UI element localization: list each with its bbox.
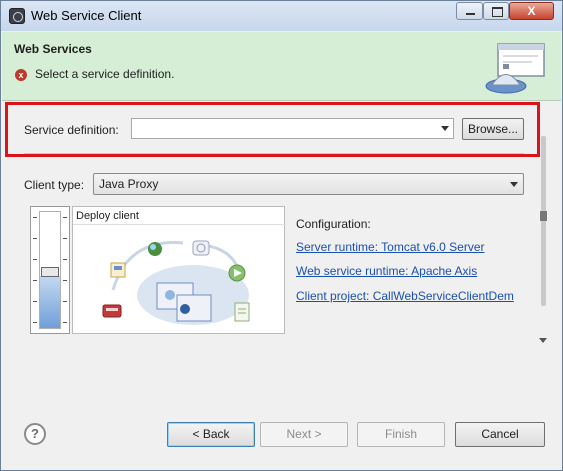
wizard-footer: ? < Back Next > Finish Cancel bbox=[2, 411, 561, 470]
slider-tick bbox=[63, 280, 67, 281]
configuration-label: Configuration: bbox=[296, 217, 371, 231]
wizard-graphic-icon bbox=[485, 43, 545, 94]
slider-tick bbox=[63, 259, 67, 260]
dialog-window: Web Service Client X Web Services x Sele… bbox=[0, 0, 563, 471]
minimize-button[interactable] bbox=[456, 2, 483, 20]
slider-tick bbox=[33, 301, 37, 302]
slider-tick bbox=[63, 301, 67, 302]
deploy-diagram-graphic bbox=[102, 240, 250, 325]
help-icon[interactable]: ? bbox=[24, 423, 46, 445]
client-type-combo[interactable]: Java Proxy bbox=[93, 173, 524, 195]
close-button[interactable]: X bbox=[509, 2, 554, 20]
slider-tick bbox=[63, 322, 67, 323]
slider-tick bbox=[33, 322, 37, 323]
client-project-link[interactable]: Client project: CallWebServiceClientDem bbox=[296, 289, 514, 303]
deploy-client-panel: Deploy client bbox=[72, 206, 286, 334]
slider-tick bbox=[63, 217, 67, 218]
client-type-label: Client type: bbox=[24, 178, 85, 192]
next-button[interactable]: Next > bbox=[260, 422, 348, 447]
wizard-content: Service definition: Browse... Client typ… bbox=[2, 101, 561, 411]
maximize-button[interactable] bbox=[483, 2, 509, 20]
vertical-scrollbar[interactable] bbox=[537, 126, 551, 346]
combo-arrow-icon[interactable] bbox=[510, 182, 518, 187]
slider-tick bbox=[33, 238, 37, 239]
server-runtime-link[interactable]: Server runtime: Tomcat v6.0 Server bbox=[296, 240, 485, 254]
app-icon bbox=[9, 8, 25, 24]
finish-button[interactable]: Finish bbox=[357, 422, 445, 447]
scroll-down-arrow-icon[interactable] bbox=[539, 338, 547, 343]
wizard-header: Web Services x Select a service definiti… bbox=[2, 32, 561, 101]
deploy-panel-title: Deploy client bbox=[76, 210, 139, 222]
slider-tick bbox=[33, 280, 37, 281]
client-level-slider[interactable] bbox=[30, 206, 70, 334]
back-button[interactable]: < Back bbox=[167, 422, 255, 447]
title-bar[interactable]: Web Service Client X bbox=[1, 1, 562, 31]
highlight-annotation bbox=[5, 102, 540, 157]
slider-tick bbox=[63, 238, 67, 239]
web-service-runtime-link[interactable]: Web service runtime: Apache Axis bbox=[296, 264, 477, 278]
slider-tick bbox=[33, 217, 37, 218]
scrollbar-thumb[interactable] bbox=[540, 211, 547, 221]
header-message: Select a service definition. bbox=[35, 67, 175, 81]
separator bbox=[24, 153, 524, 154]
cancel-button[interactable]: Cancel bbox=[455, 422, 545, 447]
slider-tick bbox=[33, 259, 37, 260]
client-type-value: Java Proxy bbox=[99, 177, 159, 191]
slider-thumb[interactable] bbox=[41, 267, 59, 277]
error-icon: x bbox=[15, 69, 27, 81]
window-title: Web Service Client bbox=[31, 8, 142, 23]
page-title: Web Services bbox=[14, 42, 92, 56]
scrollbar-track[interactable] bbox=[541, 136, 546, 306]
